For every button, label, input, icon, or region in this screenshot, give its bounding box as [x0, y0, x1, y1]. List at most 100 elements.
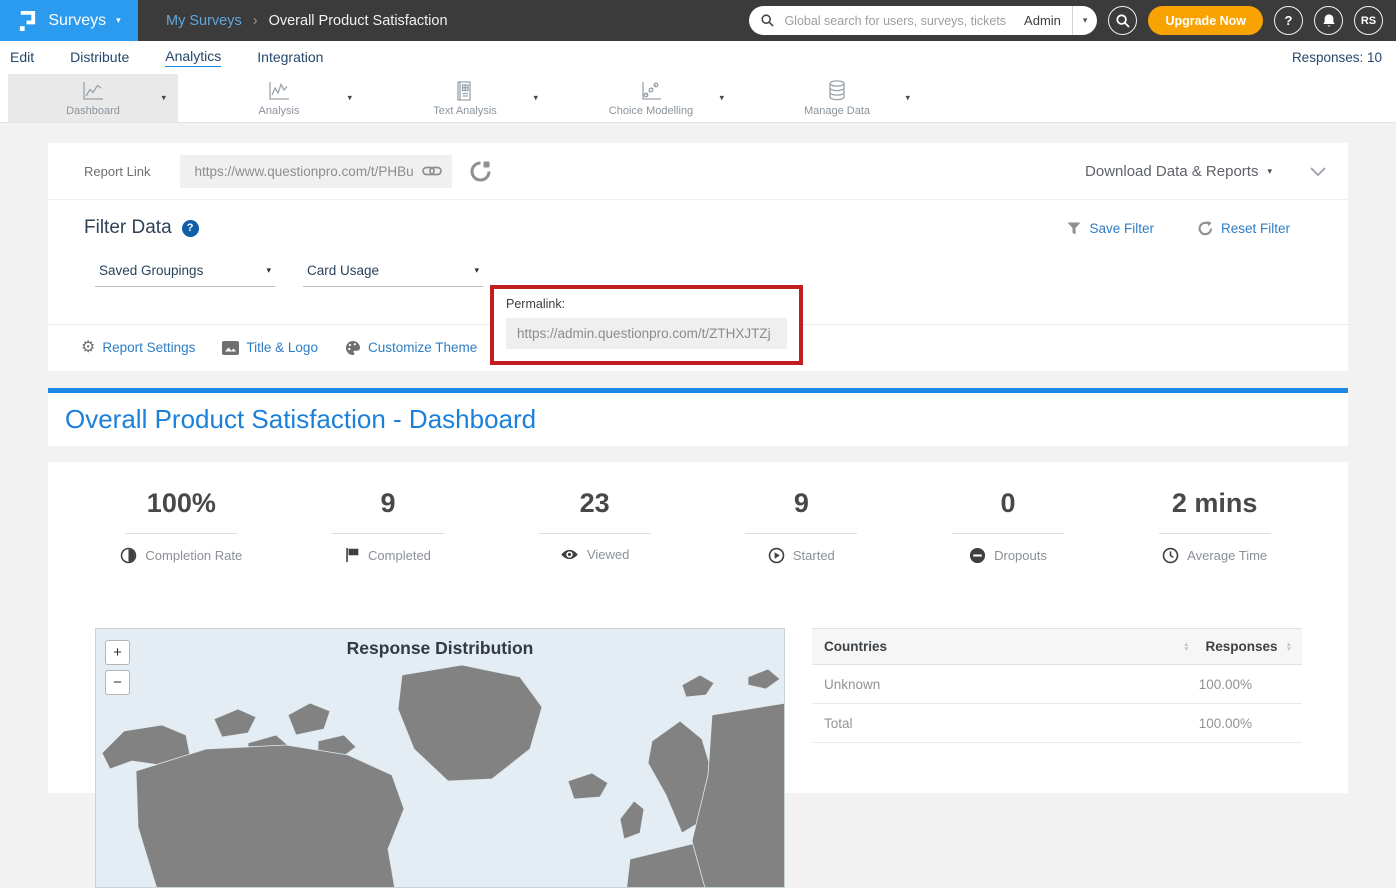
caret-down-icon[interactable]: ▾: [347, 94, 352, 103]
search-icon: [1116, 14, 1130, 28]
stat-label: Average Time: [1187, 548, 1267, 563]
global-search-input[interactable]: [782, 13, 1020, 29]
notifications-button[interactable]: [1314, 6, 1343, 35]
refresh-icon: [1198, 221, 1213, 236]
eye-icon: [560, 548, 579, 561]
column-countries[interactable]: Countries: [824, 639, 1175, 654]
breadcrumb: My Surveys › Overall Product Satisfactio…: [166, 13, 448, 29]
breadcrumb-my-surveys[interactable]: My Surveys: [166, 13, 242, 29]
search-button[interactable]: [1108, 6, 1137, 35]
caret-down-icon[interactable]: ▾: [533, 94, 538, 103]
toolbar-item-text-analysis[interactable]: Text Analysis ▾: [380, 74, 550, 122]
filter-dropdowns: Saved Groupings ▾ Card Usage ▾: [48, 263, 1348, 287]
search-icon: [761, 14, 774, 27]
caret-down-icon[interactable]: ▾: [161, 94, 166, 103]
database-icon: [825, 79, 849, 102]
top-bar: Surveys ▾ My Surveys › Overall Product S…: [0, 0, 1396, 41]
stat-label: Viewed: [587, 547, 629, 562]
table-row: Unknown 100.00%: [812, 665, 1302, 704]
toolbar-item-dashboard[interactable]: Dashboard ▾: [8, 74, 178, 122]
column-responses[interactable]: Responses: [1206, 639, 1278, 654]
palette-icon: [345, 340, 361, 356]
customize-theme-link[interactable]: Customize Theme: [345, 340, 477, 356]
scatter-chart-icon: [639, 80, 663, 102]
report-settings-card: Report Link https://www.questionpro.com/…: [48, 143, 1348, 371]
tab-integration[interactable]: Integration: [257, 49, 323, 67]
caret-down-icon[interactable]: ▾: [905, 94, 910, 103]
sort-down-arrow: ▼: [1286, 647, 1292, 652]
divider: [745, 533, 857, 534]
caret-down-icon[interactable]: ▾: [719, 94, 724, 103]
product-switcher[interactable]: Surveys ▾: [0, 0, 138, 41]
sort-icon[interactable]: ▲ ▼: [1286, 642, 1292, 652]
stat-dropouts: 0 Dropouts: [905, 488, 1112, 564]
search-scope-dropdown[interactable]: ▾: [1072, 6, 1098, 35]
country-cell: Unknown: [824, 677, 880, 692]
map-zoom-in-button[interactable]: +: [105, 640, 130, 665]
avatar[interactable]: RS: [1354, 6, 1383, 35]
avatar-initials: RS: [1361, 15, 1376, 27]
collapse-panel-button[interactable]: [1310, 167, 1326, 176]
tab-distribute[interactable]: Distribute: [70, 49, 129, 67]
stat-label-row: Started: [768, 547, 835, 564]
stat-label-row: Average Time: [1162, 547, 1267, 564]
title-logo-label: Title & Logo: [246, 340, 318, 355]
download-menu-label: Download Data & Reports: [1085, 163, 1258, 180]
report-link-row: Report Link https://www.questionpro.com/…: [48, 143, 1348, 200]
title-logo-link[interactable]: Title & Logo: [222, 340, 318, 355]
global-search[interactable]: Admin ▾: [749, 6, 1097, 35]
topbar-actions: Admin ▾ Upgrade Now ? RS: [749, 6, 1396, 35]
toolbar-item-choice-modelling[interactable]: Choice Modelling ▾: [566, 74, 736, 122]
toolbar-item-analysis[interactable]: Analysis ▾: [194, 74, 364, 122]
response-distribution-map[interactable]: Response Distribution + −: [95, 628, 785, 888]
stat-viewed: 23 Viewed: [491, 488, 698, 564]
stat-label-row: Dropouts: [969, 547, 1047, 564]
card-usage-dropdown[interactable]: Card Usage ▾: [303, 263, 483, 287]
toolbar-item-manage-data[interactable]: Manage Data ▾: [752, 74, 922, 122]
clock-icon: [1162, 547, 1179, 564]
gear-icon: ⚙: [81, 340, 95, 356]
stat-label: Completed: [368, 548, 431, 563]
tab-analytics[interactable]: Analytics: [165, 48, 221, 67]
help-button[interactable]: ?: [1274, 6, 1303, 35]
download-data-reports-menu[interactable]: Download Data & Reports ▾: [1085, 163, 1272, 180]
flag-icon: [345, 547, 360, 563]
stat-label: Completion Rate: [145, 548, 242, 563]
stat-value: 100%: [147, 488, 216, 519]
save-filter-button[interactable]: Save Filter: [1067, 221, 1154, 236]
responses-cell: 100.00%: [1199, 677, 1292, 692]
bell-icon: [1322, 13, 1336, 28]
dashboard-card: 100% Completion Rate 9 Completed 23: [48, 462, 1348, 793]
caret-down-icon: ▾: [266, 266, 271, 275]
permalink-field[interactable]: https://admin.questionpro.com/t/ZTHXJTZj: [506, 318, 787, 349]
report-link-field[interactable]: https://www.questionpro.com/t/PHBu: [180, 155, 452, 188]
table-header: Countries ▲ ▼ Responses ▲ ▼: [812, 628, 1302, 665]
stat-completed: 9 Completed: [285, 488, 492, 564]
table-row: Total 100.00%: [812, 704, 1302, 743]
map-zoom-out-button[interactable]: −: [105, 670, 130, 695]
stat-label: Dropouts: [994, 548, 1047, 563]
saved-groupings-dropdown[interactable]: Saved Groupings ▾: [95, 263, 275, 287]
card-usage-label: Card Usage: [307, 263, 379, 278]
upgrade-now-button[interactable]: Upgrade Now: [1148, 6, 1263, 35]
report-settings-link[interactable]: ⚙ Report Settings: [81, 340, 195, 356]
stat-value: 9: [794, 488, 809, 519]
permalink-label: Permalink:: [506, 297, 787, 311]
share-secure-icon[interactable]: [470, 161, 491, 182]
responses-cell: 100.00%: [1199, 716, 1292, 731]
world-map: [96, 663, 785, 888]
reset-filter-button[interactable]: Reset Filter: [1198, 221, 1290, 236]
sort-down-arrow: ▼: [1183, 647, 1189, 652]
analysis-chart-icon: [267, 80, 291, 102]
report-settings-label: Report Settings: [102, 340, 195, 355]
report-link-value[interactable]: https://www.questionpro.com/t/PHBu: [194, 164, 422, 179]
stat-label-row: Viewed: [560, 547, 629, 562]
breadcrumb-current-survey: Overall Product Satisfaction: [269, 13, 448, 29]
questionpro-logo-icon: [17, 9, 38, 32]
divider: [952, 533, 1064, 534]
filter-help-icon[interactable]: ?: [182, 220, 199, 237]
sort-icon[interactable]: ▲ ▼: [1183, 642, 1189, 652]
saved-groupings-label: Saved Groupings: [99, 263, 203, 278]
caret-down-icon: ▾: [474, 266, 479, 275]
tab-edit[interactable]: Edit: [10, 49, 34, 67]
